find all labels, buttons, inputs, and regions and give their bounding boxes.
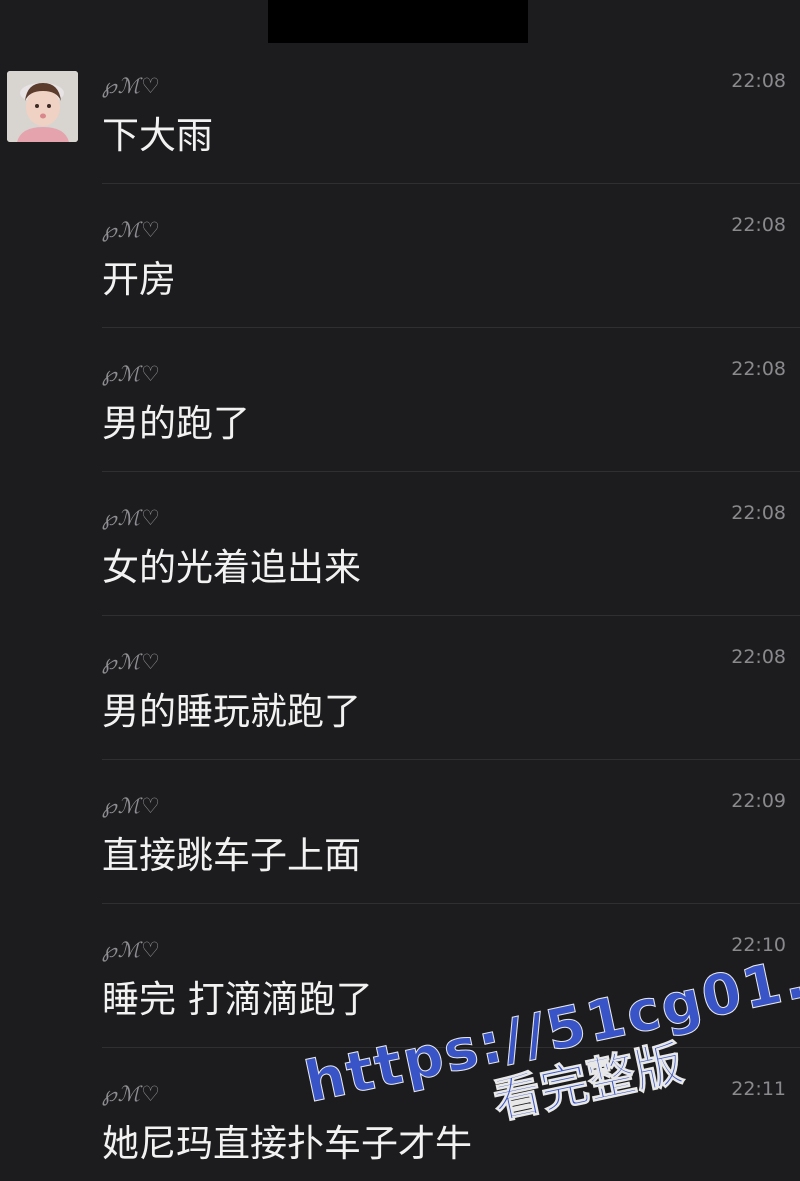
message-text: 她尼玛直接扑车子才牛 — [102, 1122, 472, 1165]
sender-name: ℘ℳ♡ — [102, 218, 161, 242]
message-item[interactable]: ℘ℳ♡ 22:09 直接跳车子上面 — [0, 760, 800, 904]
message-time: 22:08 — [731, 502, 786, 524]
sender-name: ℘ℳ♡ — [102, 794, 161, 818]
sender-name: ℘ℳ♡ — [102, 74, 161, 98]
message-time: 22:08 — [731, 646, 786, 668]
message-text: 开房 — [102, 258, 176, 301]
message-list: ℘ℳ♡ 22:08 下大雨 ℘ℳ♡ 22:08 开房 ℘ℳ♡ 22:08 男的跑… — [0, 40, 800, 1181]
message-item[interactable]: ℘ℳ♡ 22:10 睡完 打滴滴跑了 — [0, 904, 800, 1048]
message-text: 下大雨 — [102, 114, 213, 157]
message-text: 睡完 打滴滴跑了 — [102, 978, 373, 1021]
sender-name: ℘ℳ♡ — [102, 938, 161, 962]
redaction-bar — [268, 0, 528, 43]
message-item[interactable]: ℘ℳ♡ 22:08 男的睡玩就跑了 — [0, 616, 800, 760]
message-time: 22:08 — [731, 358, 786, 380]
message-time: 22:08 — [731, 214, 786, 236]
sender-name: ℘ℳ♡ — [102, 1082, 161, 1106]
message-item[interactable]: ℘ℳ♡ 22:11 她尼玛直接扑车子才牛 — [0, 1048, 800, 1181]
message-item[interactable]: ℘ℳ♡ 22:08 开房 — [0, 184, 800, 328]
message-text: 直接跳车子上面 — [102, 834, 361, 877]
message-item[interactable]: ℘ℳ♡ 22:08 女的光着追出来 — [0, 472, 800, 616]
message-time: 22:11 — [731, 1078, 786, 1100]
message-text: 男的跑了 — [102, 402, 250, 445]
sender-name: ℘ℳ♡ — [102, 362, 161, 386]
message-time: 22:08 — [731, 70, 786, 92]
message-item[interactable]: ℘ℳ♡ 22:08 男的跑了 — [0, 328, 800, 472]
message-time: 22:10 — [731, 934, 786, 956]
sender-name: ℘ℳ♡ — [102, 650, 161, 674]
message-item[interactable]: ℘ℳ♡ 22:08 下大雨 — [0, 40, 800, 184]
message-text: 男的睡玩就跑了 — [102, 690, 361, 733]
sender-name: ℘ℳ♡ — [102, 506, 161, 530]
message-text: 女的光着追出来 — [102, 546, 361, 589]
message-time: 22:09 — [731, 790, 786, 812]
